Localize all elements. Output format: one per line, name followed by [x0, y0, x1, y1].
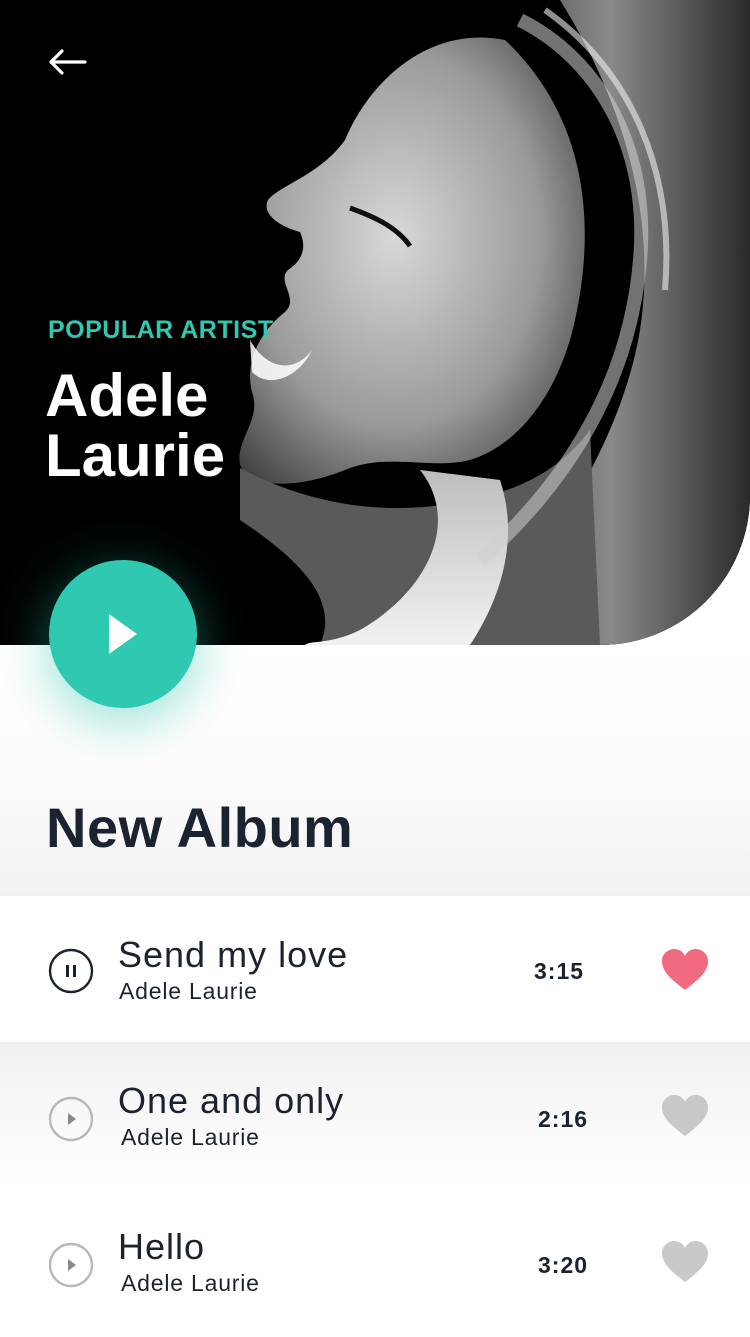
- play-icon: [109, 614, 137, 654]
- section-eyebrow: POPULAR ARTIST: [48, 316, 274, 344]
- heart-icon: [662, 1095, 708, 1136]
- track-duration: 3:20: [538, 1252, 589, 1278]
- like-button[interactable]: [660, 1240, 710, 1284]
- track-play-button[interactable]: [48, 1242, 94, 1288]
- section-title: New Album: [46, 796, 354, 859]
- heart-icon: [662, 1241, 708, 1282]
- track-duration: 2:16: [538, 1106, 589, 1132]
- track-play-button[interactable]: [48, 1096, 94, 1142]
- track-artist: Adele Laurie: [121, 1270, 260, 1296]
- heart-icon: [662, 949, 708, 990]
- play-icon: [48, 1096, 94, 1142]
- artist-last-name: Laurie: [45, 422, 226, 489]
- track-artist: Adele Laurie: [119, 978, 258, 1004]
- track-title: Send my love: [118, 934, 349, 975]
- artist-first-name: Adele: [45, 362, 209, 429]
- arrow-left-icon: [49, 49, 87, 75]
- track-artist: Adele Laurie: [121, 1124, 260, 1150]
- track-row[interactable]: Hello Adele Laurie 3:20: [0, 1188, 750, 1334]
- track-title: Hello: [118, 1226, 206, 1267]
- like-button[interactable]: [660, 1094, 710, 1138]
- play-artist-button[interactable]: [49, 560, 197, 708]
- track-row[interactable]: Send my love Adele Laurie 3:15: [0, 896, 750, 1042]
- artist-name: Adele Laurie: [45, 366, 345, 486]
- back-button[interactable]: [40, 40, 94, 84]
- like-button[interactable]: [660, 948, 710, 992]
- play-icon: [48, 1242, 94, 1288]
- track-title: One and only: [118, 1080, 345, 1121]
- track-pause-button[interactable]: [48, 948, 94, 994]
- track-duration: 3:15: [534, 958, 585, 984]
- track-row[interactable]: One and only Adele Laurie 2:16: [0, 1042, 750, 1188]
- pause-icon: [48, 948, 94, 994]
